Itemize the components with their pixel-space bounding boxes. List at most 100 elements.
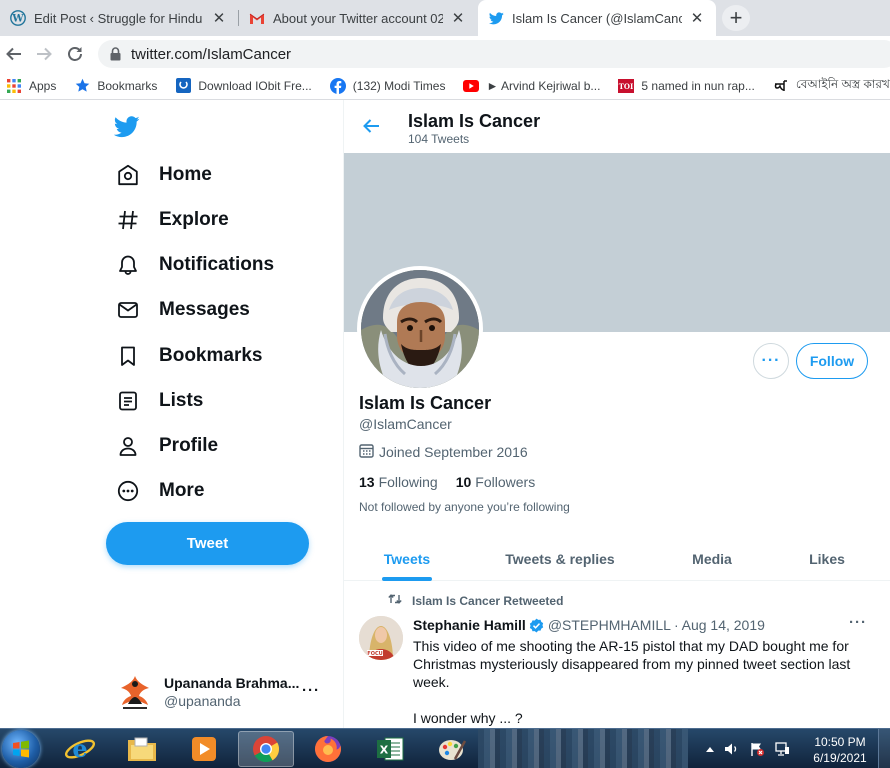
tab-media[interactable]: Media	[688, 536, 736, 581]
nav-bookmarks[interactable]: Bookmarks	[117, 341, 263, 371]
apps-grid-icon	[6, 78, 22, 94]
new-tab-button[interactable]: +	[722, 5, 750, 31]
retweet-label: Islam Is Cancer Retweeted	[412, 593, 564, 608]
tab-title: Edit Post ‹ Struggle for Hindu Exi	[34, 10, 204, 26]
tweet-author-handle[interactable]: @STEPHMHAMILL	[548, 617, 671, 633]
file-explorer-icon[interactable]	[114, 731, 170, 767]
following-label: Following	[378, 474, 438, 490]
close-tab-icon[interactable]: ✕	[688, 9, 706, 27]
bookmark-arvind-kejriwal[interactable]: ► Arvind Kejriwal b...	[463, 78, 600, 94]
tab-label: Tweets & replies	[505, 550, 615, 567]
media-player-icon[interactable]	[176, 731, 232, 767]
account-names: Upananda Brahma... @upananda	[164, 675, 299, 709]
tweet-date[interactable]: Aug 14, 2019	[682, 617, 765, 633]
bookmark-modi-times[interactable]: (132) Modi Times	[329, 77, 445, 94]
iobit-icon	[175, 78, 191, 94]
joined-date: Joined September 2016	[359, 443, 528, 461]
tray-expand-icon[interactable]	[705, 745, 715, 753]
avatar-caption: FOCU	[367, 651, 382, 657]
close-tab-icon[interactable]: ✕	[210, 9, 228, 27]
wordpress-icon: W	[10, 10, 26, 26]
tab-tweets[interactable]: Tweets	[382, 536, 432, 581]
twitter-logo-icon[interactable]	[113, 116, 140, 143]
tab-edit-post[interactable]: W Edit Post ‹ Struggle for Hindu Exi ✕	[0, 0, 238, 36]
person-icon	[117, 435, 139, 457]
tweet-button[interactable]: Tweet	[106, 522, 309, 565]
tweet-count: 104 Tweets	[408, 132, 470, 146]
system-clock[interactable]: 10:50 PM 6/19/2021	[806, 734, 874, 766]
facebook-icon	[329, 77, 346, 94]
anandabazar-icon	[773, 78, 789, 94]
bookmark-bookmarks[interactable]: Bookmarks	[74, 78, 157, 94]
hashtag-icon	[117, 209, 139, 231]
url-text: twitter.com/IslamCancer	[131, 45, 292, 63]
bookmark-label: বেআইনি অস্ত্র কারখানা...	[795, 76, 890, 91]
follow-button[interactable]: Follow	[796, 343, 868, 379]
nav-messages[interactable]: Messages	[117, 295, 250, 325]
back-arrow-icon[interactable]	[2, 42, 26, 66]
bookmark-apps[interactable]: Apps	[6, 78, 56, 94]
address-bar[interactable]: twitter.com/IslamCancer	[98, 40, 890, 68]
chrome-icon[interactable]	[238, 731, 294, 767]
following-link[interactable]: 13 Following	[359, 474, 438, 490]
internet-explorer-icon[interactable]: e	[52, 731, 108, 767]
more-options-button[interactable]: ···	[753, 343, 789, 379]
tab-twitter[interactable]: Islam Is Cancer (@IslamCancer) / ✕	[478, 0, 716, 36]
tweet-author-name[interactable]: Stephanie Hamill	[413, 617, 526, 633]
browser-tab-strip: W Edit Post ‹ Struggle for Hindu Exi ✕ A…	[0, 0, 890, 36]
svg-text:TOI: TOI	[619, 82, 634, 91]
network-icon[interactable]	[774, 742, 790, 756]
svg-text:X: X	[380, 744, 389, 757]
tweet-author-avatar[interactable]: FOCU	[359, 616, 403, 660]
excel-icon[interactable]: X	[362, 731, 418, 767]
account-menu-icon[interactable]: ···	[302, 682, 320, 699]
close-tab-icon[interactable]: ✕	[449, 9, 467, 27]
nav-profile[interactable]: Profile	[117, 431, 218, 461]
show-desktop-button[interactable]	[878, 729, 890, 768]
bell-icon	[117, 254, 139, 276]
nav-more[interactable]: More	[117, 476, 204, 506]
paint-icon[interactable]	[424, 731, 480, 767]
nav-lists[interactable]: Lists	[117, 386, 203, 416]
reload-icon[interactable]	[63, 42, 87, 66]
bookmark-nun-rape[interactable]: TOI 5 named in nun rap...	[618, 78, 755, 94]
start-button[interactable]	[2, 730, 40, 768]
bookmark-label: Download IObit Fre...	[198, 78, 312, 93]
profile-picture[interactable]	[357, 266, 483, 392]
profile-tabs: Tweets Tweets & replies Media Likes	[344, 536, 890, 581]
action-center-flag-icon[interactable]	[749, 741, 765, 757]
clock-time: 10:50 PM	[814, 735, 866, 749]
browser-toolbar: twitter.com/IslamCancer	[0, 36, 890, 72]
back-arrow-icon[interactable]	[362, 118, 380, 139]
avatar	[117, 674, 153, 710]
forward-arrow-icon[interactable]	[32, 42, 56, 66]
followers-link[interactable]: 10 Followers	[456, 474, 535, 490]
tweet-menu-icon[interactable]: ···	[849, 614, 867, 631]
tweet-item[interactable]: Islam Is Cancer Retweeted FOCU Stephanie…	[344, 582, 890, 728]
tab-label: Media	[692, 550, 732, 567]
bookmark-iobit[interactable]: Download IObit Fre...	[175, 78, 312, 94]
bookmark-label: Apps	[29, 78, 57, 93]
tab-tweets-and-replies[interactable]: Tweets & replies	[504, 536, 616, 581]
profile-column: Islam Is Cancer 104 Tweets ··· Follow Is…	[343, 100, 890, 728]
nav-label: More	[159, 480, 205, 501]
retweet-icon	[388, 593, 412, 608]
toi-icon: TOI	[618, 78, 635, 94]
nav-explore[interactable]: Explore	[117, 205, 229, 235]
firefox-icon[interactable]	[300, 731, 356, 767]
tab-gmail[interactable]: About your Twitter account 0213 ✕	[239, 0, 477, 36]
bookmark-label: ► Arvind Kejriwal b...	[486, 78, 601, 93]
more-circle-icon	[117, 480, 139, 502]
volume-icon[interactable]	[724, 742, 740, 756]
twitter-sidebar: Home Explore Notifications Messages Book…	[0, 100, 343, 728]
verified-badge-icon	[529, 618, 544, 633]
bookmark-anandabazar[interactable]: বেআইনি অস্ত্র কারখানা...	[773, 76, 890, 96]
tab-likes[interactable]: Likes	[807, 536, 847, 581]
clock-date: 6/19/2021	[813, 751, 867, 765]
youtube-icon	[463, 78, 480, 94]
nav-home[interactable]: Home	[117, 160, 212, 190]
account-switcher[interactable]: Upananda Brahma... @upananda ···	[117, 670, 332, 714]
nav-label: Messages	[159, 299, 250, 320]
nav-notifications[interactable]: Notifications	[117, 250, 274, 280]
header-name: Islam Is Cancer	[408, 111, 541, 131]
